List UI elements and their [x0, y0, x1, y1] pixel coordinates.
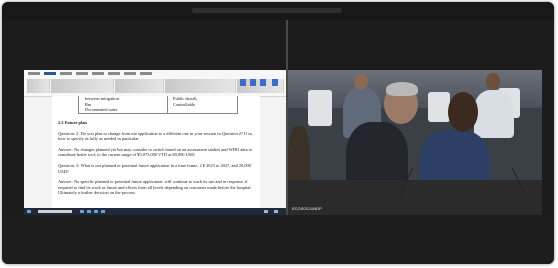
ribbon-icon[interactable] [260, 79, 266, 86]
table-cell: Public details [173, 96, 197, 101]
chair [308, 90, 332, 126]
window-title [192, 8, 342, 13]
chair [428, 92, 450, 122]
document-page[interactable]: between mitigation Rm Documented tasks P… [52, 96, 260, 208]
app-icon[interactable] [101, 210, 105, 213]
ribbon-icon[interactable] [240, 79, 246, 86]
delegate-head [486, 73, 500, 90]
document-table: between mitigation Rm Documented tasks P… [78, 96, 238, 114]
delegate-hair [386, 82, 418, 96]
word-app-icon[interactable] [94, 210, 98, 213]
delegate-head [448, 92, 478, 132]
table-cell: Controllable [173, 101, 195, 107]
ribbon-tab[interactable] [108, 72, 120, 75]
taskbar [24, 208, 286, 215]
delegate-head [354, 74, 368, 90]
screen-frame: between mitigation Rm Documented tasks P… [2, 2, 554, 264]
document-paragraph: Question: 2: Do you plan to change from … [58, 130, 254, 142]
ribbon-tab[interactable] [60, 72, 72, 75]
ribbon-icon[interactable] [250, 79, 256, 86]
ribbon-tabs [28, 71, 152, 77]
font-group[interactable] [51, 79, 114, 93]
ribbon-tab[interactable] [124, 72, 136, 75]
taskbar-search-input[interactable] [38, 210, 72, 213]
video-caption-text: ECOSOC/UNDP [292, 206, 322, 211]
ribbon-tab[interactable] [76, 72, 88, 75]
video-caption: ECOSOC/UNDP [292, 206, 330, 212]
app-icon[interactable] [80, 210, 84, 213]
section-heading: 2.2 Future plan [58, 120, 87, 125]
document-paragraph: Answer: No specific planned or potential… [58, 179, 252, 196]
top-bar [2, 2, 554, 20]
document-paragraph: Answer: No changes planned yet but may c… [58, 146, 253, 158]
ribbon-tab-home[interactable] [44, 72, 56, 75]
tray-icon[interactable] [264, 210, 268, 213]
tray-icon[interactable] [274, 210, 278, 213]
start-icon[interactable] [27, 210, 31, 213]
ribbon-tab[interactable] [28, 72, 40, 75]
ribbon-tab[interactable] [140, 72, 152, 75]
live-video-feed: ECOSOC/UNDP [288, 70, 542, 215]
table-cell: Documented tasks [85, 107, 118, 113]
app-icon[interactable] [87, 210, 91, 213]
ribbon-icon[interactable] [272, 79, 278, 86]
ribbon-tab[interactable] [92, 72, 104, 75]
word-ribbon[interactable] [24, 70, 286, 97]
document-paragraph: Question: 3: What is our planned or pote… [58, 162, 251, 174]
delegate-figure [474, 90, 514, 138]
shared-document-pane[interactable]: between mitigation Rm Documented tasks P… [24, 70, 286, 215]
bottom-strip [2, 215, 554, 264]
clipboard-group[interactable] [27, 79, 50, 93]
paragraph-group[interactable] [115, 79, 164, 93]
table-cell: between mitigation [85, 96, 119, 101]
styles-group[interactable] [165, 79, 236, 93]
